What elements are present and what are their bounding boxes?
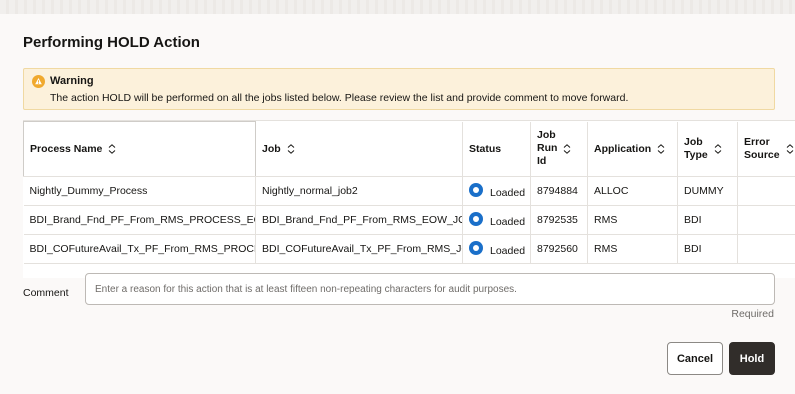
- sort-icon[interactable]: [786, 143, 794, 154]
- sort-icon[interactable]: [108, 144, 116, 154]
- cell-process-name: BDI_Brand_Fnd_PF_From_RMS_PROCESS_EOW: [23, 205, 256, 235]
- column-header-job-type[interactable]: Job Type: [677, 121, 738, 177]
- column-header-label: Job Type: [684, 136, 708, 162]
- header-line: Run: [537, 142, 558, 155]
- status-text: Loaded: [490, 187, 526, 199]
- column-header-label: Job: [262, 142, 281, 155]
- hold-action-dialog: Performing HOLD Action Warning The actio…: [0, 14, 795, 394]
- status-loaded-icon: [469, 183, 483, 197]
- column-header-error-source[interactable]: Error Source: [737, 121, 795, 177]
- header-line: Type: [684, 148, 708, 161]
- cell-process-name: BDI_COFutureAvail_Tx_PF_From_RMS_PROCESS: [23, 234, 256, 264]
- cell-job: BDI_Brand_Fnd_PF_From_RMS_EOW_JOB: [255, 205, 463, 235]
- sort-icon[interactable]: [287, 143, 295, 154]
- cell-application: ALLOC: [587, 176, 678, 206]
- cell-process-name: Nightly_Dummy_Process: [23, 176, 256, 206]
- header-line: Error: [744, 135, 770, 148]
- header-line: Source: [744, 148, 780, 161]
- comment-label: Comment: [23, 287, 69, 299]
- column-header-label: Status: [469, 142, 502, 155]
- jobs-table: Process Name Job Status Job Run Id Appli…: [23, 121, 795, 264]
- comment-input[interactable]: [85, 273, 775, 305]
- sort-icon[interactable]: [714, 143, 722, 154]
- cell-job-type: BDI: [677, 205, 738, 235]
- column-header-application[interactable]: Application: [587, 121, 678, 177]
- required-hint: Required: [731, 308, 774, 320]
- sort-icon[interactable]: [657, 143, 665, 154]
- cell-application: RMS: [587, 234, 678, 264]
- header-line: Id: [537, 155, 547, 168]
- cell-job-run-id: 8792535: [530, 205, 588, 235]
- warning-message: The action HOLD will be performed on all…: [50, 92, 629, 104]
- dialog-title: Performing HOLD Action: [23, 34, 200, 51]
- column-header-job[interactable]: Job: [255, 121, 463, 177]
- column-header-label: Job Run Id: [537, 129, 557, 168]
- table-row[interactable]: Nightly_Dummy_Process Nightly_normal_job…: [23, 176, 795, 206]
- cell-job-type: BDI: [677, 234, 738, 264]
- column-header-label: Application: [594, 142, 652, 155]
- warning-title: Warning: [50, 75, 94, 87]
- column-header-label: Error Source: [744, 136, 780, 162]
- header-line: Job: [684, 135, 703, 148]
- column-header-label: Process Name: [30, 143, 103, 155]
- column-header-job-run-id[interactable]: Job Run Id: [530, 121, 588, 177]
- hold-button[interactable]: Hold: [729, 342, 775, 375]
- cell-job: BDI_COFutureAvail_Tx_PF_From_RMS_JOB: [255, 234, 463, 264]
- warning-triangle-icon: [32, 75, 45, 88]
- cell-job-run-id: 8792560: [530, 234, 588, 264]
- cell-status: Loaded: [462, 176, 531, 206]
- cell-application: RMS: [587, 205, 678, 235]
- table-row[interactable]: BDI_COFutureAvail_Tx_PF_From_RMS_PROCESS…: [23, 234, 795, 264]
- status-loaded-icon: [469, 212, 483, 226]
- column-header-process-name[interactable]: Process Name: [23, 121, 256, 177]
- status-text: Loaded: [490, 245, 526, 257]
- status-text: Loaded: [490, 216, 526, 228]
- column-header-status[interactable]: Status: [462, 121, 531, 177]
- table-row[interactable]: BDI_Brand_Fnd_PF_From_RMS_PROCESS_EOW BD…: [23, 205, 795, 235]
- cell-error-source: [737, 176, 795, 206]
- cell-job-type: DUMMY: [677, 176, 738, 206]
- cell-status: Loaded: [462, 205, 531, 235]
- background-strip: [0, 0, 795, 14]
- table-header-row: Process Name Job Status Job Run Id Appli…: [23, 121, 795, 177]
- warning-banner: Warning The action HOLD will be performe…: [23, 68, 775, 110]
- cell-job: Nightly_normal_job2: [255, 176, 463, 206]
- sort-icon[interactable]: [563, 143, 571, 154]
- cell-job-run-id: 8794884: [530, 176, 588, 206]
- cell-status: Loaded: [462, 234, 531, 264]
- jobs-table-container: Process Name Job Status Job Run Id Appli…: [23, 120, 795, 278]
- status-loaded-icon: [469, 241, 483, 255]
- cell-error-source: [737, 234, 795, 264]
- cell-error-source: [737, 205, 795, 235]
- header-line: Job: [537, 129, 556, 142]
- cancel-button[interactable]: Cancel: [667, 342, 723, 375]
